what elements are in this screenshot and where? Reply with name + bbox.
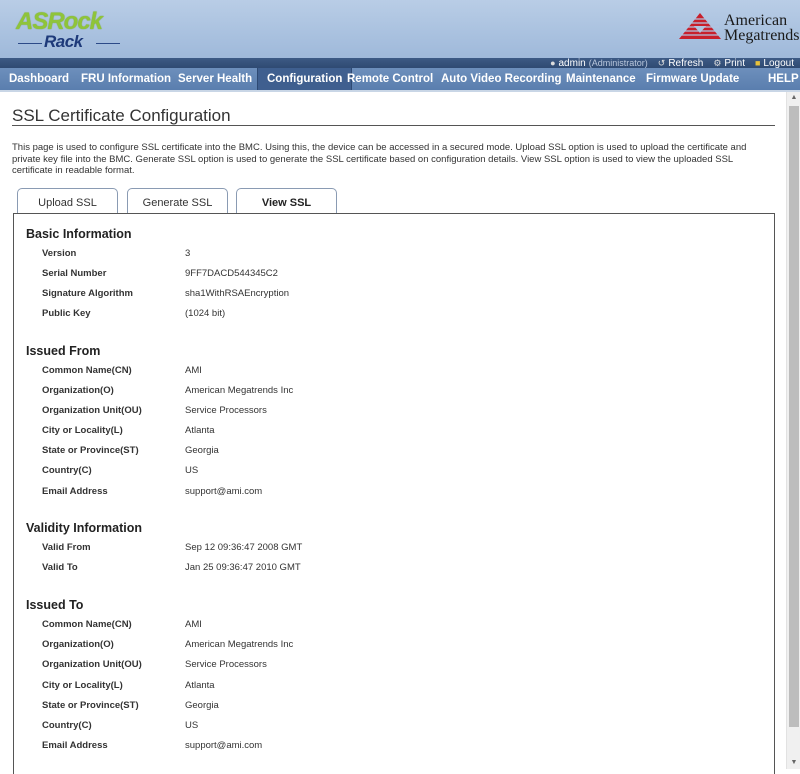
brand-divider-right [96, 43, 120, 44]
field-label: Common Name(CN) [42, 619, 132, 630]
field-label: Signature Algorithm [42, 288, 133, 299]
user-role: (Administrator) [588, 58, 648, 68]
field-value: 3 [185, 248, 191, 259]
ami-wordmark-line2: Megatrends [724, 27, 800, 44]
section-validity-information: Validity Information [26, 521, 142, 535]
nav-firmware-update[interactable]: Firmware Update [637, 68, 748, 90]
field-value: Jan 25 09:36:47 2010 GMT [185, 562, 301, 573]
logout-button[interactable]: ■ Logout [755, 58, 794, 69]
tab-view-ssl[interactable]: View SSL [236, 188, 337, 214]
field-value: Sep 12 09:36:47 2008 GMT [185, 542, 303, 553]
field-label: State or Province(ST) [42, 445, 139, 456]
field-value: American Megatrends Inc [185, 385, 294, 396]
section-issued-from: Issued From [26, 344, 101, 358]
scroll-up-arrow-icon[interactable]: ▲ [787, 92, 800, 104]
nav-auto-video-recording[interactable]: Auto Video Recording [432, 68, 571, 90]
asrock-rack-logo: ASRock Rack [16, 8, 126, 52]
field-value: AMI [185, 365, 202, 376]
print-button[interactable]: ⚙ Print [713, 58, 745, 69]
scrollbar-thumb[interactable] [789, 106, 799, 727]
field-label: Valid To [42, 562, 78, 573]
refresh-icon: ↺ [657, 57, 666, 68]
print-label: Print [724, 57, 745, 69]
nav-maintenance[interactable]: Maintenance [557, 68, 645, 90]
field-label: Organization(O) [42, 385, 114, 396]
nav-remote-control[interactable]: Remote Control [338, 68, 442, 90]
ami-wordmark: American Megatrends [724, 12, 800, 44]
field-value: (1024 bit) [185, 308, 226, 319]
main-nav: Dashboard FRU Information Server Health … [0, 68, 800, 92]
field-label: Country(C) [42, 720, 92, 731]
refresh-label: Refresh [668, 57, 704, 69]
user-icon: ● [550, 58, 556, 68]
tab-generate-ssl[interactable]: Generate SSL [127, 188, 228, 213]
field-value: 9FF7DACD544345C2 [185, 268, 278, 279]
nav-server-health[interactable]: Server Health [169, 68, 261, 90]
field-label: Email Address [42, 740, 108, 751]
field-value: US [185, 465, 199, 476]
title-divider [12, 125, 775, 126]
tab-upload-ssl[interactable]: Upload SSL [17, 188, 118, 213]
field-label: State or Province(ST) [42, 700, 139, 711]
nav-help[interactable]: HELP [759, 68, 800, 90]
current-user: ● admin (Administrator) [550, 58, 648, 69]
certificate-panel: Basic Information Version 3 Serial Numbe… [13, 213, 775, 774]
ami-wordmark-line1: American [724, 12, 788, 29]
field-value: Service Processors [185, 405, 267, 416]
logout-label: Logout [763, 57, 794, 69]
header: ASRock Rack American Megatrends [0, 0, 800, 58]
field-value: support@ami.com [185, 740, 263, 751]
field-value: US [185, 720, 199, 731]
field-value: Service Processors [185, 659, 267, 670]
field-label: City or Locality(L) [42, 425, 123, 436]
field-value: sha1WithRSAEncryption [185, 288, 290, 299]
brand-divider-left [18, 43, 42, 44]
field-label: Country(C) [42, 465, 92, 476]
user-name: admin [558, 57, 586, 69]
field-label: Public Key [42, 308, 91, 319]
nav-fru-information[interactable]: FRU Information [72, 68, 180, 90]
field-label: Valid From [42, 542, 91, 553]
field-label: Organization Unit(OU) [42, 659, 142, 670]
field-label: Email Address [42, 486, 108, 497]
print-icon: ⚙ [713, 57, 722, 68]
section-basic-information: Basic Information [26, 227, 132, 241]
field-label: Organization Unit(OU) [42, 405, 142, 416]
field-value: Atlanta [185, 425, 215, 436]
field-value: AMI [185, 619, 202, 630]
field-label: Version [42, 248, 77, 259]
logout-icon: ■ [754, 58, 761, 68]
field-value: Georgia [185, 445, 219, 456]
field-label: Common Name(CN) [42, 365, 132, 376]
scroll-down-arrow-icon[interactable]: ▼ [787, 757, 800, 769]
field-value: Atlanta [185, 680, 215, 691]
page-title: SSL Certificate Configuration [12, 106, 231, 125]
american-megatrends-logo: American Megatrends [678, 10, 800, 46]
field-value: American Megatrends Inc [185, 639, 294, 650]
refresh-button[interactable]: ↺ Refresh [658, 58, 704, 69]
field-label: Organization(O) [42, 639, 114, 650]
field-value: support@ami.com [185, 486, 263, 497]
nav-dashboard[interactable]: Dashboard [0, 68, 78, 90]
field-value: Georgia [185, 700, 219, 711]
field-label: Serial Number [42, 268, 107, 279]
ami-triangle-icon [679, 13, 721, 39]
section-issued-to: Issued To [26, 598, 84, 612]
vertical-scrollbar[interactable]: ▲ ▼ [786, 92, 800, 769]
field-label: City or Locality(L) [42, 680, 123, 691]
page-description: This page is used to configure SSL certi… [12, 142, 747, 176]
brand-rack-text: Rack [44, 32, 83, 51]
